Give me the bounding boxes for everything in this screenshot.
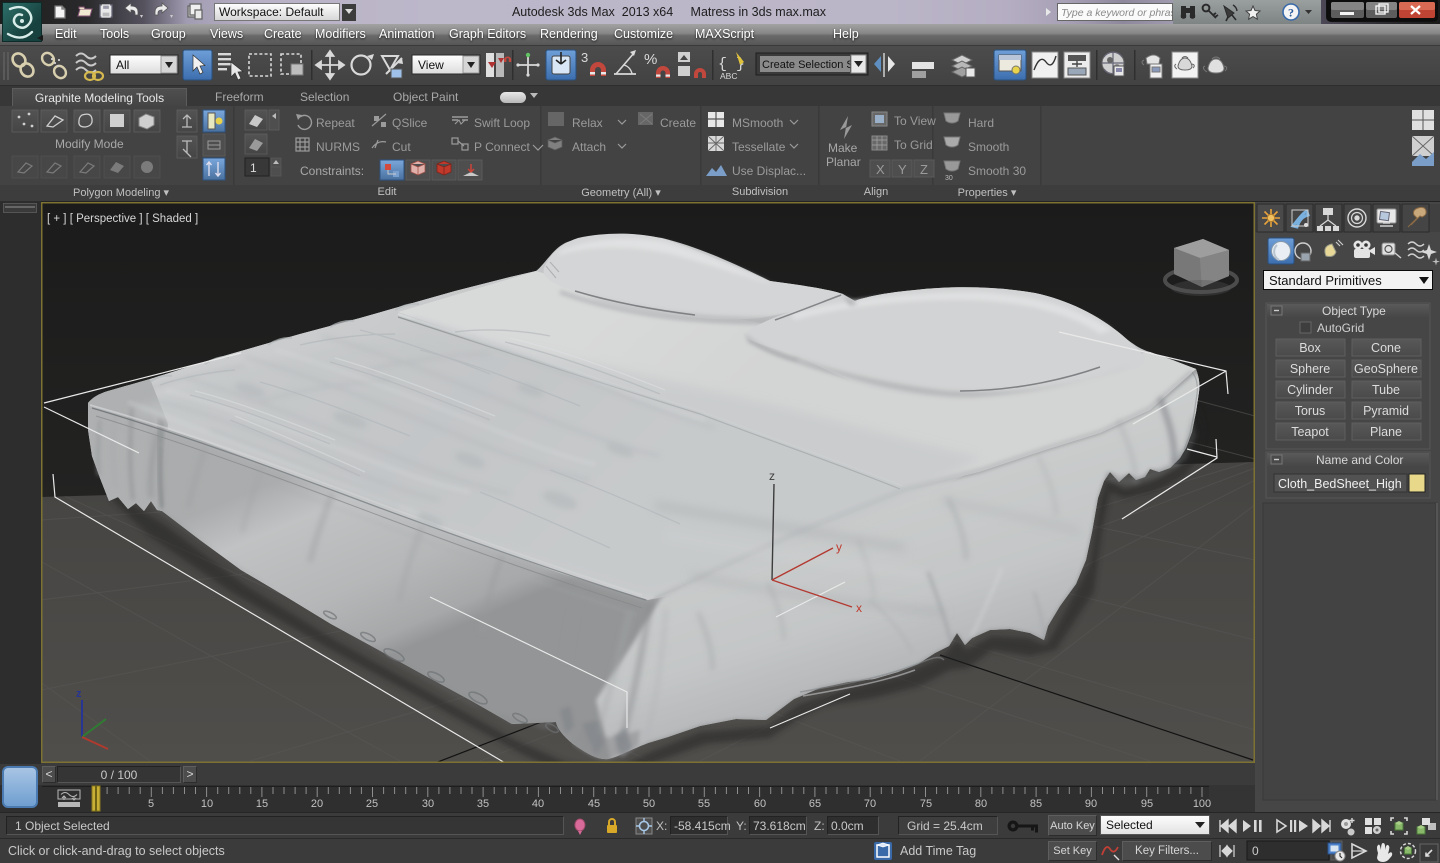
svg-text:Y: Y [898,162,907,177]
svg-text:Cloth_BedSheet_High: Cloth_BedSheet_High [1278,477,1402,491]
svg-text:80: 80 [975,798,987,810]
svg-text:Modify Mode: Modify Mode [55,137,124,151]
svg-text:x: x [856,601,862,615]
svg-text:Tube: Tube [1372,383,1400,397]
svg-text:Box: Box [1299,341,1321,355]
svg-text:Planar: Planar [826,155,861,169]
svg-text:P Connect: P Connect [474,140,530,154]
svg-text:Create: Create [660,116,696,130]
svg-text:y: y [836,540,842,554]
svg-text:Smooth: Smooth [968,140,1009,154]
svg-text:Z: Z [920,162,928,177]
svg-text:Sphere: Sphere [1290,362,1330,376]
svg-text:AutoGrid: AutoGrid [1317,321,1364,335]
svg-text:0: 0 [1252,844,1259,858]
svg-text:3: 3 [581,50,588,65]
svg-text:75: 75 [920,798,932,810]
svg-text:Hard: Hard [968,116,994,130]
svg-text:5: 5 [148,798,154,810]
svg-text:Pyramid: Pyramid [1363,404,1409,418]
svg-text:To View: To View [894,114,936,128]
svg-text:NURMS: NURMS [316,140,360,154]
svg-text:ABC: ABC [720,71,737,81]
svg-text:25: 25 [366,798,378,810]
svg-text:Standard Primitives: Standard Primitives [1269,273,1382,288]
svg-text:QSlice: QSlice [392,116,428,130]
svg-text:Tessellate: Tessellate [732,140,786,154]
svg-text:30: 30 [422,798,434,810]
svg-text:?: ? [1288,6,1294,20]
svg-text:z: z [76,688,82,700]
svg-text:Name and Color: Name and Color [1316,453,1403,467]
svg-text:View: View [418,58,444,72]
svg-text:85: 85 [1030,798,1042,810]
svg-text:100: 100 [1193,798,1211,810]
svg-text:%: % [644,51,657,68]
svg-text:X: X [876,162,885,177]
svg-text:Object Type: Object Type [1322,304,1386,318]
svg-text:Constraints:: Constraints: [300,164,364,178]
svg-text:Repeat: Repeat [316,116,355,130]
svg-text:To Grid: To Grid [894,138,933,152]
svg-text:Teapot: Teapot [1291,425,1329,439]
svg-text:35: 35 [477,798,489,810]
svg-text:45: 45 [588,798,600,810]
svg-text:70: 70 [864,798,876,810]
svg-text:95: 95 [1141,798,1153,810]
svg-text:[ + ] [ Perspective ] [ Shaded: [ + ] [ Perspective ] [ Shaded ] [47,213,198,225]
svg-text:Cut: Cut [392,140,411,154]
svg-text:90: 90 [1085,798,1097,810]
svg-text:All: All [116,58,129,72]
svg-text:30: 30 [945,175,953,182]
svg-text:15: 15 [256,798,268,810]
svg-text:65: 65 [809,798,821,810]
svg-text:GeoSphere: GeoSphere [1354,362,1418,376]
svg-text:20: 20 [311,798,323,810]
svg-text:Use Displac...: Use Displac... [732,164,806,178]
svg-text:Smooth 30: Smooth 30 [968,164,1026,178]
svg-text:Relax: Relax [572,116,603,130]
svg-text:Cone: Cone [1371,341,1401,355]
svg-text:Make: Make [828,141,858,155]
svg-text:60: 60 [754,798,766,810]
svg-text:Swift Loop: Swift Loop [474,116,530,130]
svg-text:Torus: Torus [1295,404,1326,418]
svg-text:Attach: Attach [572,140,606,154]
svg-text:55: 55 [698,798,710,810]
svg-text:50: 50 [643,798,655,810]
svg-text:Plane: Plane [1370,425,1402,439]
svg-text:MSmooth: MSmooth [732,116,783,130]
svg-text:40: 40 [532,798,544,810]
svg-text:Create Selection Se: Create Selection Se [762,59,860,71]
svg-text:10: 10 [201,798,213,810]
svg-text:z: z [769,469,775,483]
svg-text:Cylinder: Cylinder [1287,383,1333,397]
svg-text:X:: X: [656,819,667,833]
svg-text:1: 1 [250,161,257,175]
